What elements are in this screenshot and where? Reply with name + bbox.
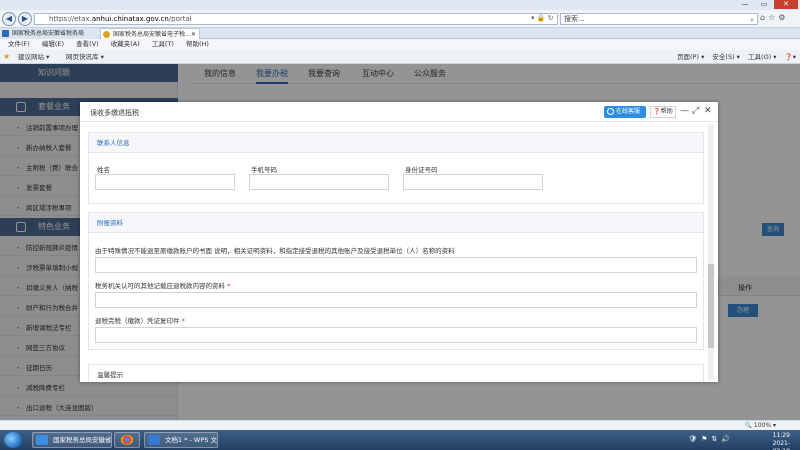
maximize-dialog-icon[interactable]: ⤢ <box>692 106 699 116</box>
tips-section-title: 温馨提示 <box>89 365 703 382</box>
home-icon: ⌂ <box>760 13 769 22</box>
attachment-input[interactable] <box>95 257 697 273</box>
taskbar-wps[interactable]: 文档1 * - WPS 文... <box>144 432 218 448</box>
browser-icons[interactable]: ⌂☆⚙ <box>760 13 788 22</box>
question-icon: ❓ <box>653 108 661 115</box>
required-mark: * <box>181 317 185 325</box>
close-dialog-icon[interactable]: ✕ <box>704 106 712 116</box>
close-window-button[interactable]: ✕ <box>774 0 798 9</box>
favorites-star-icon[interactable]: ★ <box>3 50 10 64</box>
menu-tools[interactable]: 工具(T) <box>152 40 174 48</box>
required-mark: * <box>227 282 231 290</box>
attachment-input[interactable] <box>95 327 697 343</box>
menu-favorites[interactable]: 收藏夹(A) <box>111 40 140 48</box>
name-input[interactable] <box>95 174 235 190</box>
id-number-input[interactable] <box>403 174 543 190</box>
tab-etax[interactable]: 国家税务总局安徽省电子税... ✕ <box>100 28 200 39</box>
window-titlebar: — ▭ ✕ <box>0 0 800 10</box>
menu-bar: 文件(F) 编辑(E) 查看(V) 收藏夹(A) 工具(T) 帮助(H) <box>0 39 800 50</box>
back-button[interactable]: ◀ <box>2 12 16 26</box>
chrome-icon <box>121 435 133 445</box>
help-menu[interactable]: ❓▾ <box>785 53 796 61</box>
contact-section-title: 联系人信息 <box>89 133 703 153</box>
minimize-window-button[interactable]: — <box>736 0 754 9</box>
minimize-dialog-icon[interactable]: — <box>680 106 689 116</box>
favorite-web-slices[interactable]: 网页快讯库 ▾ <box>66 50 104 64</box>
clock-date: 2021-03-18 <box>772 440 790 450</box>
attachment-label: 退税完税（缴款）凭证复印件 * <box>95 317 185 325</box>
zoom-icon: 🔍 <box>744 422 752 429</box>
safety-menu[interactable]: 安全(S) ▾ <box>712 53 740 61</box>
attachment-label: 由于特殊情况不能退至原缴款账户的书面 说明，相关证明资料，和指定接受退税的其他账… <box>95 247 455 255</box>
headset-icon <box>607 108 614 115</box>
star-icon: ☆ <box>768 13 779 22</box>
tray-icons[interactable]: 🛡⚑⇅🔊 <box>688 435 734 443</box>
volume-icon: 🔊 <box>721 435 734 443</box>
attachment-input[interactable] <box>95 292 697 308</box>
ie-icon <box>36 435 48 445</box>
contact-section: 联系人信息 姓名 手机号码 身份证号码 <box>88 132 704 204</box>
tab-favicon-icon <box>103 31 110 38</box>
tab-bar: 国家税务总局安徽省税务局 国家税务总局安徽省电子税... ✕ <box>0 28 800 39</box>
help-button[interactable]: ❓帮助 <box>650 106 676 118</box>
menu-file[interactable]: 文件(F) <box>8 40 30 48</box>
address-icons[interactable]: ▾ 🔒 ↻ <box>531 14 554 22</box>
start-button[interactable] <box>4 432 22 448</box>
dialog-title: 误收多缴退抵税 <box>90 109 139 117</box>
address-bar: ◀ ▶ https://etax.anhui.chinatax.gov.cn/p… <box>0 10 800 28</box>
name-label: 姓名 <box>97 166 110 174</box>
wps-icon <box>148 435 160 445</box>
taskbar-chrome[interactable] <box>114 432 140 448</box>
lock-icon: 🔒 <box>536 14 546 22</box>
clock-time: 11:29 <box>772 432 790 439</box>
tips-section: 温馨提示 <box>88 364 704 382</box>
id-number-label: 身份证号码 <box>405 166 438 174</box>
menu-edit[interactable]: 编辑(E) <box>42 40 64 48</box>
attachment-label: 税务机关认可的其他记载应退税款内容的资料 * <box>95 282 231 290</box>
dropdown-icon: ▾ <box>531 14 535 22</box>
online-service-button[interactable]: 在线客服 <box>604 106 646 118</box>
attachments-section: 附报资料 由于特殊情况不能退至原缴款账户的书面 说明，相关证明资料，和指定接受退… <box>88 212 704 350</box>
url-input[interactable]: https://etax.anhui.chinatax.gov.cn/porta… <box>34 13 558 25</box>
favorite-suggested-sites[interactable]: 建议网站 ▾ <box>18 50 49 64</box>
dialog-header: 误收多缴退抵税 在线客服 ❓帮助 — ⤢ ✕ <box>80 102 718 122</box>
zoom-level[interactable]: 🔍 100% ▾ <box>745 421 776 430</box>
clock[interactable]: 11:29 2021-03-18 <box>773 432 790 450</box>
refund-dialog: 误收多缴退抵税 在线客服 ❓帮助 — ⤢ ✕ 联系人信息 姓名 手机号码 身份证… <box>80 102 718 382</box>
shield-icon: 🛡 <box>688 435 702 443</box>
search-icon[interactable]: ⌕ <box>750 15 754 26</box>
menu-help[interactable]: 帮助(H) <box>186 40 209 48</box>
phone-label: 手机号码 <box>251 166 277 174</box>
tools-menu[interactable]: 工具(O) ▾ <box>748 53 777 61</box>
menu-view[interactable]: 查看(V) <box>76 40 99 48</box>
favorites-bar: ★ 建议网站 ▾ 网页快讯库 ▾ 页面(P) ▾ 安全(S) ▾ 工具(O) ▾… <box>0 50 800 64</box>
status-bar: 🔍 100% ▾ <box>0 420 800 430</box>
attachments-section-title: 附报资料 <box>89 213 703 233</box>
maximize-window-button[interactable]: ▭ <box>755 0 773 9</box>
close-tab-icon[interactable]: ✕ <box>191 29 196 39</box>
search-input[interactable]: 搜索... ⌕ <box>560 13 758 25</box>
taskbar-ie[interactable]: 国家税务总局安徽省... <box>32 432 112 448</box>
dialog-scrollbar[interactable] <box>708 124 714 380</box>
taskbar: 国家税务总局安徽省... 文档1 * - WPS 文... 🛡⚑⇅🔊 11:29… <box>0 430 800 450</box>
tab-tax-bureau[interactable]: 国家税务总局安徽省税务局 <box>0 28 98 39</box>
network-icon: ⇅ <box>711 435 722 443</box>
command-bar: 页面(P) ▾ 安全(S) ▾ 工具(O) ▾ ❓▾ <box>671 50 796 64</box>
tab-favicon-icon <box>2 30 9 37</box>
flag-icon: ⚑ <box>701 435 712 443</box>
refresh-icon: ↻ <box>547 14 554 22</box>
page-menu[interactable]: 页面(P) ▾ <box>677 53 704 61</box>
phone-input[interactable] <box>249 174 389 190</box>
scrollbar-thumb[interactable] <box>708 264 714 348</box>
forward-button[interactable]: ▶ <box>18 12 32 26</box>
dialog-body: 联系人信息 姓名 手机号码 身份证号码 附报资料 由于特殊情况不能退至原缴款账户… <box>80 122 718 382</box>
gear-icon: ⚙ <box>778 13 789 22</box>
